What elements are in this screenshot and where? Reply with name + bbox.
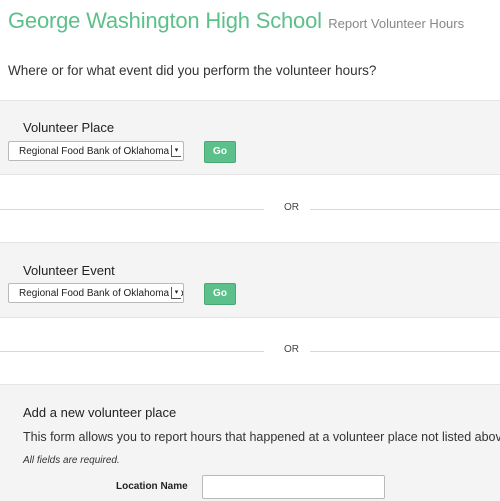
volunteer-event-selected: Regional Food Bank of Oklahoma Vo	[19, 288, 184, 299]
location-name-label: Location Name	[116, 481, 188, 492]
school-name: George Washington High School	[8, 8, 322, 33]
or-separator: OR	[0, 202, 500, 216]
chevron-down-icon: ▾	[171, 287, 181, 299]
volunteer-event-select[interactable]: Regional Food Bank of Oklahoma Vo ▾	[8, 283, 184, 303]
location-name-input[interactable]	[202, 475, 385, 499]
volunteer-place-select[interactable]: Regional Food Bank of Oklahoma ▾	[8, 141, 184, 161]
or-separator: OR	[0, 344, 500, 358]
required-note: All fields are required.	[23, 455, 120, 466]
volunteer-place-section: Volunteer Place Regional Food Bank of Ok…	[0, 100, 500, 175]
volunteer-place-go-button[interactable]: Go	[204, 141, 236, 163]
new-place-section: Add a new volunteer place This form allo…	[0, 384, 500, 501]
separator-line	[310, 209, 500, 210]
new-place-title: Add a new volunteer place	[23, 405, 177, 420]
or-text: OR	[284, 202, 299, 213]
separator-line	[310, 351, 500, 352]
volunteer-event-go-button[interactable]: Go	[204, 283, 236, 305]
volunteer-place-selected: Regional Food Bank of Oklahoma	[19, 146, 170, 157]
chevron-down-icon: ▾	[171, 145, 181, 157]
new-place-description: This form allows you to report hours tha…	[23, 430, 500, 444]
volunteer-event-section: Volunteer Event Regional Food Bank of Ok…	[0, 242, 500, 318]
page-header: George Washington High School Report Vol…	[8, 8, 464, 34]
volunteer-event-label: Volunteer Event	[23, 263, 115, 278]
volunteer-place-label: Volunteer Place	[23, 120, 115, 135]
question-text: Where or for what event did you perform …	[8, 63, 377, 78]
or-text: OR	[284, 344, 299, 355]
page-title: Report Volunteer Hours	[328, 16, 465, 31]
separator-line	[0, 209, 264, 210]
separator-line	[0, 351, 264, 352]
